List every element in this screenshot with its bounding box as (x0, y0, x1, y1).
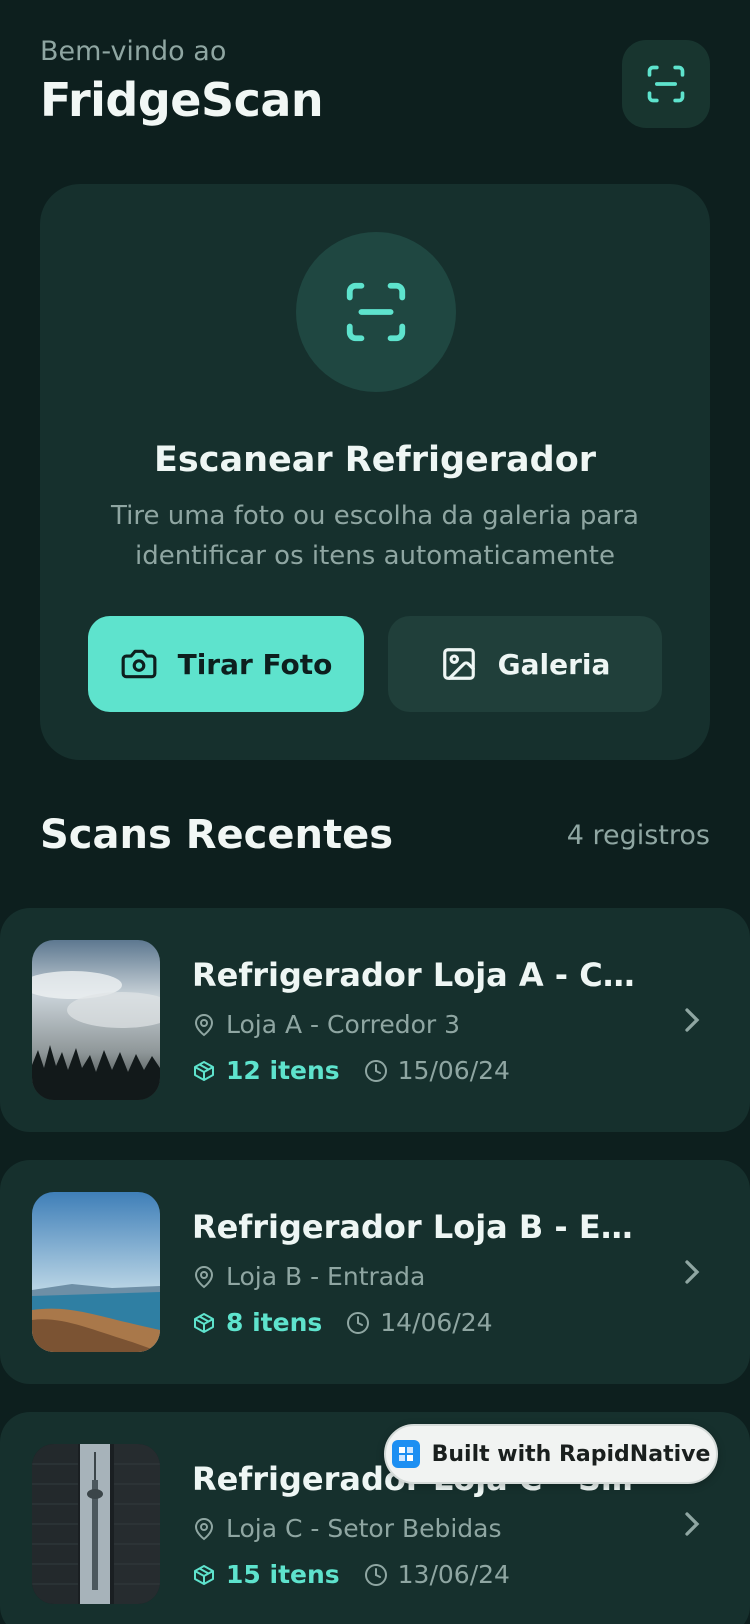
scan-item-location: Loja B - Entrada (192, 1262, 425, 1291)
badge-label: Built with RapidNative (431, 1441, 711, 1467)
take-photo-label: Tirar Foto (177, 647, 333, 681)
image-icon (442, 648, 475, 680)
scan-list-item[interactable]: Refrigerador Loja A - Corredor 3 Loja A … (0, 908, 750, 1132)
recent-scans-title: Scans Recentes (40, 812, 394, 858)
scan-thumbnail (32, 1192, 160, 1352)
scan-item-title: Refrigerador Loja B - Entrada (192, 1208, 652, 1246)
scan-card: Escanear Refrigerador Tire uma foto ou e… (40, 184, 710, 760)
gallery-label: Galeria (497, 647, 611, 681)
scan-thumbnail (32, 940, 160, 1100)
chevron-right-icon (685, 1008, 700, 1032)
scan-item-location: Loja A - Corredor 3 (192, 1010, 460, 1039)
items-count: 8 itens (192, 1308, 322, 1337)
camera-icon (121, 649, 157, 679)
scan-thumbnail (32, 1444, 160, 1604)
scan-circle[interactable] (296, 232, 456, 392)
clock-icon (364, 1059, 387, 1082)
app-title: FridgeScan (40, 73, 324, 127)
header-scan-button[interactable] (622, 40, 710, 128)
take-photo-button[interactable]: Tirar Foto (88, 616, 364, 712)
gallery-button[interactable]: Galeria (388, 616, 662, 712)
scan-description: Tire uma foto ou escolha da galeria para… (111, 501, 639, 571)
package-icon (194, 1564, 214, 1585)
scan-date: 14/06/24 (346, 1308, 493, 1337)
built-with-badge[interactable]: Built with RapidNative (384, 1424, 718, 1484)
records-count: 4 registros (566, 820, 710, 851)
map-pin-icon (194, 1265, 214, 1288)
package-icon (194, 1312, 214, 1333)
map-pin-icon (194, 1013, 214, 1036)
package-icon (194, 1060, 214, 1081)
scan-item-title: Refrigerador Loja A - Corredor 3 (192, 956, 652, 994)
items-count: 12 itens (192, 1056, 340, 1085)
scan-item-meta: 8 itens 14/06/24 (192, 1308, 493, 1337)
map-pin-icon (194, 1517, 214, 1540)
clock-icon (364, 1563, 387, 1586)
scan-title: Escanear Refrigerador (153, 440, 597, 480)
header: Bem-vindo ao FridgeScan (40, 36, 324, 127)
scan-icon (647, 65, 685, 103)
chevron-right-icon (685, 1260, 700, 1284)
welcome-text: Bem-vindo ao (40, 36, 227, 67)
clock-icon (347, 1311, 370, 1334)
rapidnative-logo-icon (391, 1440, 420, 1468)
items-count: 15 itens (192, 1560, 340, 1589)
scan-item-meta: 15 itens 13/06/24 (192, 1560, 510, 1589)
scan-date: 15/06/24 (364, 1056, 510, 1085)
scan-list-item[interactable]: Refrigerador Loja B - Entrada Loja B - E… (0, 1160, 750, 1384)
scan-item-location: Loja C - Setor Bebidas (192, 1514, 502, 1543)
chevron-right-icon (685, 1512, 700, 1536)
scan-icon (346, 282, 406, 342)
scan-item-meta: 12 itens 15/06/24 (192, 1056, 510, 1085)
scan-date: 13/06/24 (364, 1560, 510, 1589)
